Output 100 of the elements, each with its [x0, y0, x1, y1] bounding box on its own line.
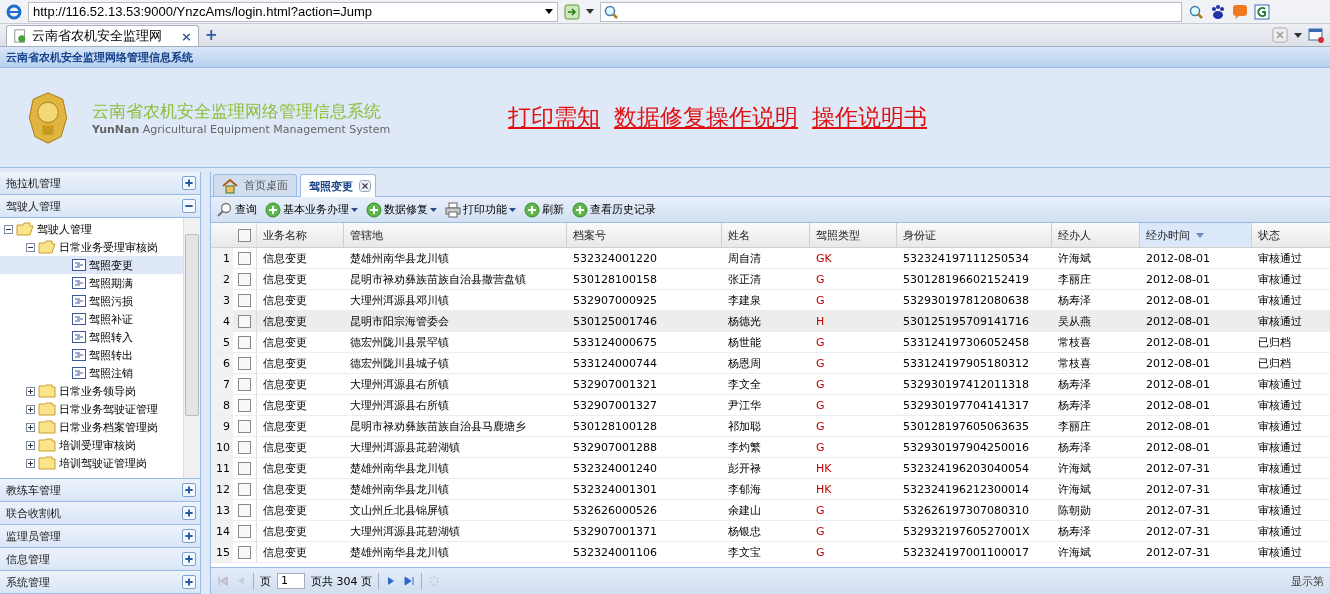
row-checkbox[interactable]: [238, 503, 251, 517]
dropdown-icon[interactable]: [586, 9, 594, 14]
speech-bubble-icon[interactable]: [1232, 3, 1248, 20]
table-row[interactable]: 11 信息变更 楚雄州南华县龙川镇 532324001240 彭开禄 HK 532324196203040054 许海斌 2012-07-31 审核通过: [211, 458, 1330, 479]
row-checkbox[interactable]: [238, 461, 251, 475]
tree-item[interactable]: 日常业务领导岗: [0, 382, 183, 400]
table-row[interactable]: 5 信息变更 德宏州陇川县景罕镇 533124000675 杨世能 G 533124197306052458 常枝喜 2012-08-01 已归档: [211, 332, 1330, 353]
column-header[interactable]: 管辖地: [344, 223, 567, 247]
tree-item[interactable]: 日常业务受理审核岗: [0, 238, 183, 256]
new-tab-button[interactable]: +: [204, 26, 218, 44]
collapse-icon[interactable]: [26, 242, 35, 252]
row-checkbox[interactable]: [238, 335, 251, 349]
accordion-header[interactable]: 系统管理: [0, 571, 200, 594]
expand-icon[interactable]: [182, 176, 196, 190]
tree-item[interactable]: 驾照补证: [0, 310, 183, 328]
tree-item[interactable]: 驾照转出: [0, 346, 183, 364]
toolbar-button[interactable]: 数据修复: [364, 199, 439, 220]
toolbar-button[interactable]: 查看历史记录: [570, 199, 658, 220]
row-checkbox[interactable]: [238, 398, 251, 412]
row-checkbox[interactable]: [238, 356, 251, 370]
row-checkbox[interactable]: [238, 440, 251, 454]
row-checkbox[interactable]: [238, 293, 251, 307]
row-checkbox[interactable]: [238, 377, 251, 391]
expand-icon[interactable]: [182, 552, 196, 566]
tree-item[interactable]: 培训驾驶证管理岗: [0, 454, 183, 472]
window-icon[interactable]: [1308, 27, 1324, 43]
go-icon[interactable]: [564, 3, 580, 20]
table-row[interactable]: 2 信息变更 昆明市禄劝彝族苗族自治县撒营盘镇 530128100158 张正清 G 530128196602152419 李丽庄 2012-08-01 审核通过: [211, 269, 1330, 290]
header-link[interactable]: 操作说明书: [812, 102, 927, 133]
column-header[interactable]: 姓名: [722, 223, 810, 247]
column-header[interactable]: 驾照类型: [810, 223, 897, 247]
column-header[interactable]: 业务名称: [257, 223, 344, 247]
collapse-icon[interactable]: [4, 224, 13, 234]
table-row[interactable]: 9 信息变更 昆明市禄劝彝族苗族自治县马鹿塘乡 530128100128 祁加聪 G 530128197605063635 李丽庄 2012-08-01 审核通过: [211, 416, 1330, 437]
tree-item[interactable]: 日常业务驾驶证管理: [0, 400, 183, 418]
accordion-header[interactable]: 信息管理: [0, 548, 200, 571]
expand-icon[interactable]: [26, 422, 35, 432]
toolbar-button[interactable]: 查询: [215, 199, 259, 220]
close-icon[interactable]: [359, 180, 371, 192]
table-row[interactable]: 4 信息变更 昆明市阳宗海管委会 530125001746 杨德光 H 530125195709141716 吴从燕 2012-08-01 审核通过: [211, 311, 1330, 332]
header-link[interactable]: 数据修复操作说明: [614, 102, 798, 133]
accordion-header[interactable]: 拖拉机管理: [0, 172, 200, 195]
paw-icon[interactable]: [1210, 3, 1226, 20]
expand-icon[interactable]: [182, 575, 196, 589]
toolbar-button[interactable]: 刷新: [522, 199, 566, 220]
tree-item[interactable]: 日常业务档案管理岗: [0, 418, 183, 436]
expand-icon[interactable]: [26, 458, 35, 468]
row-checkbox[interactable]: [238, 419, 251, 433]
expand-icon[interactable]: [26, 386, 35, 396]
tree-item[interactable]: 驾照注销: [0, 364, 183, 382]
column-header[interactable]: 档案号: [567, 223, 722, 247]
header-link[interactable]: 打印需知: [508, 102, 600, 133]
tree-item[interactable]: 驾照污损: [0, 292, 183, 310]
row-checkbox[interactable]: [238, 251, 251, 265]
table-row[interactable]: 14 信息变更 大理州洱源县茈碧湖镇 532907001371 杨银忠 G 53293219760527001X 杨寿泽 2012-07-31 审核通过: [211, 521, 1330, 542]
table-row[interactable]: 8 信息变更 大理州洱源县右所镇 532907001327 尹江华 G 532930197704141317 杨寿泽 2012-08-01 审核通过: [211, 395, 1330, 416]
expand-icon[interactable]: [26, 440, 35, 450]
row-checkbox[interactable]: [238, 482, 251, 496]
expand-icon[interactable]: [182, 529, 196, 543]
expand-icon[interactable]: [182, 506, 196, 520]
accordion-header[interactable]: 监理员管理: [0, 525, 200, 548]
table-row[interactable]: 13 信息变更 文山州丘北县锦屏镇 532626000526 余建山 G 532626197307080310 陈朝勋 2012-07-31 审核通过: [211, 500, 1330, 521]
row-checkbox[interactable]: [238, 314, 251, 328]
page-input[interactable]: 1: [277, 573, 305, 589]
accordion-header[interactable]: 驾驶人管理: [0, 195, 200, 218]
row-checkbox[interactable]: [238, 524, 251, 538]
collapse-icon[interactable]: [182, 199, 196, 213]
tree-item[interactable]: 驾照期满: [0, 274, 183, 292]
expand-icon[interactable]: [182, 483, 196, 497]
row-checkbox[interactable]: [238, 272, 251, 286]
dropdown-icon[interactable]: [545, 9, 553, 14]
table-row[interactable]: 6 信息变更 德宏州陇川县城子镇 533124000744 杨恩周 G 533124197905180312 常枝喜 2012-08-01 已归档: [211, 353, 1330, 374]
search-field[interactable]: [600, 1, 1182, 22]
table-row[interactable]: 12 信息变更 楚雄州南华县龙川镇 532324001301 李郁海 HK 532324196212300014 许海斌 2012-07-31 审核通过: [211, 479, 1330, 500]
row-checkbox[interactable]: [238, 545, 251, 559]
column-header[interactable]: 经办时间: [1140, 223, 1252, 247]
search-icon[interactable]: [1188, 3, 1204, 20]
tree-item[interactable]: 驾照变更: [0, 256, 183, 274]
last-page-icon[interactable]: [403, 575, 415, 587]
letter-tile-icon[interactable]: [1254, 3, 1270, 20]
tab[interactable]: 驾照变更: [300, 174, 376, 197]
accordion-header[interactable]: 教练车管理: [0, 479, 200, 502]
column-header[interactable]: 状态: [1252, 223, 1330, 247]
scrollbar[interactable]: [183, 218, 200, 478]
table-row[interactable]: 10 信息变更 大理州洱源县茈碧湖镇 532907001288 李灼繁 G 532930197904250016 杨寿泽 2012-08-01 审核通过: [211, 437, 1330, 458]
tree-item[interactable]: 驾照转入: [0, 328, 183, 346]
tab[interactable]: 首页桌面: [213, 174, 297, 196]
toolbar-button[interactable]: 打印功能: [443, 199, 518, 220]
table-row[interactable]: 7 信息变更 大理州洱源县右所镇 532907001321 李文全 G 532930197412011318 杨寿泽 2012-08-01 审核通过: [211, 374, 1330, 395]
accordion-header[interactable]: 联合收割机: [0, 502, 200, 525]
column-header[interactable]: 身份证: [897, 223, 1052, 247]
expand-icon[interactable]: [26, 404, 35, 414]
browser-tab[interactable]: 云南省农机安全监理网 ×: [6, 25, 199, 46]
dropdown-icon[interactable]: [1294, 32, 1302, 38]
table-row[interactable]: 15 信息变更 楚雄州南华县龙川镇 532324001106 李文宝 G 532324197001100017 许海斌 2012-07-31 审核通过: [211, 542, 1330, 563]
tree-item[interactable]: 驾驶人管理: [0, 220, 183, 238]
tree-item[interactable]: 培训受理审核岗: [0, 436, 183, 454]
select-all-checkbox[interactable]: [238, 228, 251, 242]
toolbar-button[interactable]: 基本业务办理: [263, 199, 360, 220]
table-row[interactable]: 1 信息变更 楚雄州南华县龙川镇 532324001220 周自清 GK 532324197111250534 许海斌 2012-08-01 审核通过: [211, 248, 1330, 269]
